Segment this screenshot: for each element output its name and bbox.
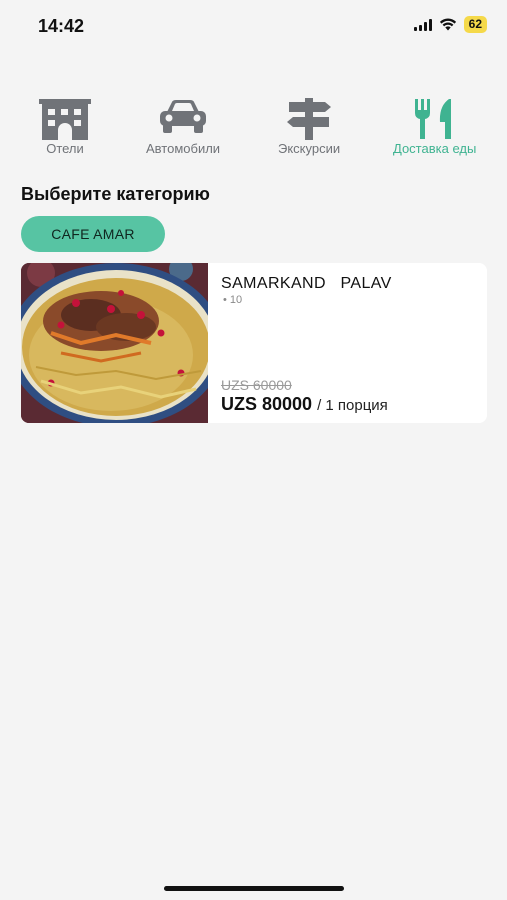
- car-icon: [157, 96, 209, 140]
- nav-label-cars: Автомобили: [146, 141, 221, 156]
- home-indicator[interactable]: [164, 886, 344, 891]
- battery-icon: 62: [463, 16, 487, 33]
- section-title: Выберите категорию: [21, 184, 210, 204]
- rating-value: 10: [229, 294, 243, 306]
- nav-item-food-delivery[interactable]: Доставка еды: [393, 96, 476, 156]
- product-rating: • 10: [223, 294, 242, 306]
- nav-label-hotels: Отели: [46, 141, 84, 156]
- status-time: 14:42: [38, 16, 85, 36]
- fork-knife-icon: [411, 96, 459, 140]
- nav-item-hotels[interactable]: Отели: [37, 96, 93, 156]
- category-chip-cafe-amar[interactable]: CAFE AMAR: [21, 216, 165, 252]
- wifi-icon: [439, 18, 456, 31]
- nav-label-food-delivery: Доставка еды: [393, 141, 477, 156]
- portion-label: / 1 порция: [317, 397, 388, 414]
- signal-icon: [413, 18, 432, 31]
- signpost-icon: [283, 96, 335, 140]
- nav-label-excursions: Экскурсии: [278, 141, 341, 156]
- product-name: SAMARKAND PALAV: [221, 275, 392, 292]
- plov-dish-photo: [21, 263, 208, 423]
- status-icons: 62: [413, 16, 487, 33]
- service-nav: Отели Автомобили Экскурсии Доставка еды: [0, 96, 507, 160]
- nav-item-cars[interactable]: Автомобили: [146, 96, 220, 156]
- price-row: UZS 80000 / 1 порция: [221, 394, 388, 415]
- hotel-icon: [37, 96, 93, 140]
- status-bar: 14:42 62: [0, 0, 507, 52]
- nav-item-excursions[interactable]: Экскурсии: [278, 96, 340, 156]
- product-card[interactable]: SAMARKAND PALAV • 10 UZS 60000 UZS 80000…: [21, 263, 487, 423]
- rating-dot-icon: •: [223, 294, 227, 306]
- product-price: UZS 80000: [221, 394, 313, 414]
- old-price: UZS 60000: [221, 377, 292, 393]
